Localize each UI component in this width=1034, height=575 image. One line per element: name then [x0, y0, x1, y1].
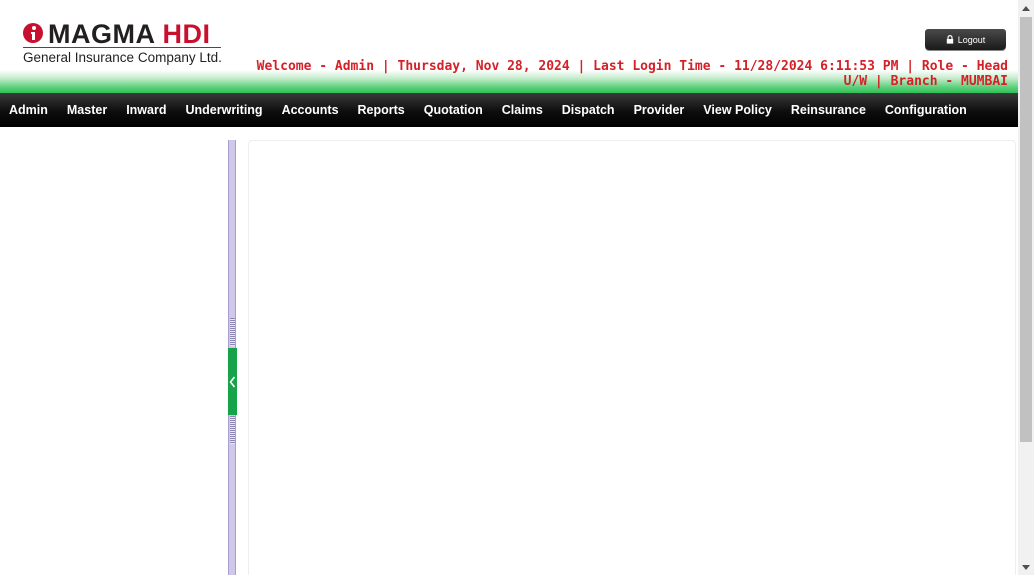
menu-item-master[interactable]: Master	[57, 93, 116, 127]
menu-item-quotation[interactable]: Quotation	[414, 93, 492, 127]
scrollbar-thumb[interactable]	[1020, 17, 1032, 442]
splitter-grip-bottom[interactable]	[230, 416, 235, 444]
main-content-panel	[248, 140, 1016, 575]
main-menu-bar: Admin Master Inward Underwriting Account…	[0, 93, 1018, 127]
left-sidebar-panel	[0, 140, 228, 575]
menu-item-provider[interactable]: Provider	[624, 93, 694, 127]
scroll-up-arrow-icon[interactable]	[1018, 0, 1034, 16]
logout-button[interactable]: Logout	[925, 29, 1006, 50]
logo-subtitle: General Insurance Company Ltd.	[23, 50, 222, 65]
menu-item-accounts[interactable]: Accounts	[272, 93, 348, 127]
menu-item-inward[interactable]: Inward	[117, 93, 176, 127]
menu-item-reports[interactable]: Reports	[348, 93, 414, 127]
menu-item-configuration[interactable]: Configuration	[875, 93, 976, 127]
menu-item-underwriting[interactable]: Underwriting	[176, 93, 272, 127]
logo-wordmark: MAGMA HDI	[48, 19, 211, 49]
menu-item-reinsurance[interactable]: Reinsurance	[781, 93, 875, 127]
header: MAGMA HDI General Insurance Company Ltd.…	[0, 0, 1018, 93]
company-logo: MAGMA HDI General Insurance Company Ltd.	[22, 18, 232, 68]
logout-label: Logout	[957, 34, 986, 45]
logo-name-hdi: HDI	[162, 19, 211, 49]
lock-icon	[946, 35, 953, 44]
welcome-info-text: Welcome - Admin | Thursday, Nov 28, 2024…	[256, 59, 1008, 89]
vertical-scrollbar[interactable]	[1018, 0, 1034, 575]
logo-name-magma: MAGMA	[48, 19, 155, 49]
menu-item-claims[interactable]: Claims	[492, 93, 552, 127]
menu-item-view-policy[interactable]: View Policy	[694, 93, 782, 127]
splitter-grip-top[interactable]	[230, 318, 235, 346]
scroll-down-arrow-icon[interactable]	[1018, 559, 1034, 575]
menu-item-dispatch[interactable]: Dispatch	[552, 93, 624, 127]
chevron-left-icon	[229, 376, 236, 387]
sidebar-collapse-button[interactable]	[228, 348, 237, 415]
logo-divider	[23, 47, 221, 48]
app-page: MAGMA HDI General Insurance Company Ltd.…	[0, 0, 1018, 575]
menu-item-admin[interactable]: Admin	[0, 93, 57, 127]
logo-mark-icon	[23, 23, 43, 43]
